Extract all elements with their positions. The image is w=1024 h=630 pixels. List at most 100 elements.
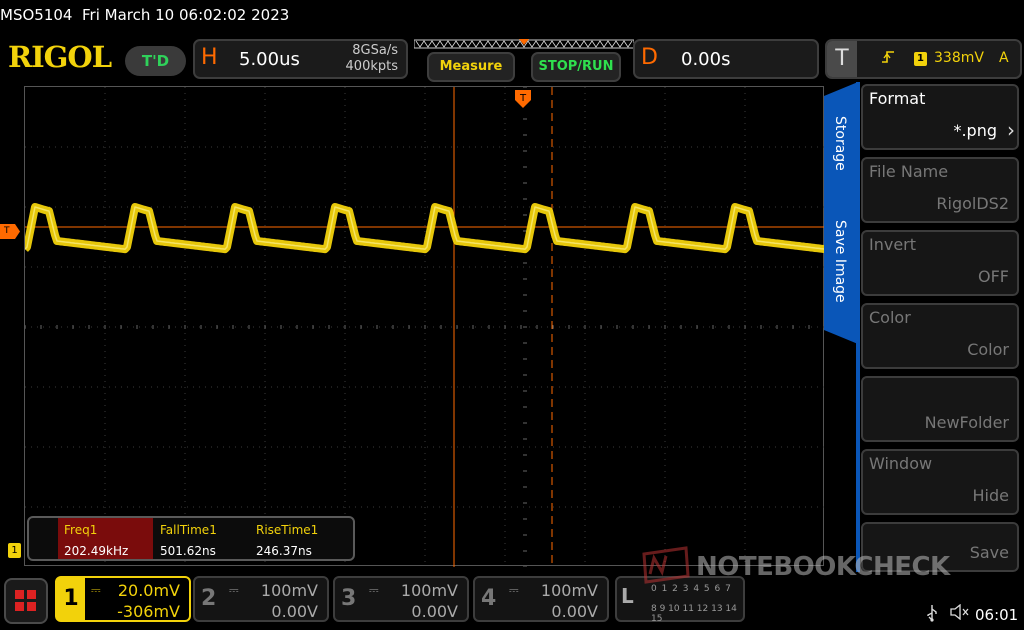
center-axis-tick [584, 325, 586, 329]
measurement-value: 501.62ns [160, 544, 216, 558]
menu-item-value: RigolDS2 [936, 194, 1009, 213]
center-axis-tick [408, 325, 410, 329]
tab-save-image[interactable]: Save Image [832, 220, 848, 303]
menu-item-value: Color [967, 340, 1009, 359]
menu-item-window[interactable]: Window Hide [861, 449, 1019, 515]
center-axis-tick [344, 325, 346, 329]
rigol-logo: RIGOL [8, 40, 112, 74]
center-axis-tick [328, 325, 330, 329]
center-axis-tick [523, 166, 527, 168]
usb-icon [925, 604, 939, 626]
trigger-level: 338mV [934, 50, 984, 66]
delay-settings[interactable]: D 0.00s [633, 39, 819, 79]
menu-item-value: *.png [953, 121, 997, 140]
menu-item-file-name[interactable]: File Name RigolDS2 [861, 157, 1019, 223]
center-axis-tick [152, 325, 154, 329]
channel-scale: 100mV [260, 581, 318, 600]
measurement-risetime[interactable]: RiseTime1 246.37ns [250, 518, 345, 559]
channel1-offset-marker[interactable]: 1 [8, 543, 21, 558]
datetime: Fri March 10 06:02:02 2023 [82, 6, 290, 24]
dc-coupling-icon: ⎓ [229, 583, 239, 597]
center-axis-tick [232, 325, 234, 329]
center-axis-tick [456, 325, 458, 329]
center-axis-tick [88, 325, 90, 329]
waveform-display[interactable] [24, 86, 825, 567]
center-axis-tick [136, 325, 138, 329]
center-axis-tick [728, 325, 730, 329]
run-status-indicator: T'D [125, 46, 186, 76]
measure-button[interactable]: Measure [427, 52, 515, 82]
center-axis-tick [792, 325, 794, 329]
channel1-settings[interactable]: 1 ⎓ 20.0mV -306mV [55, 576, 191, 622]
menu-item-format[interactable]: Format *.png › [861, 84, 1019, 150]
device-model: MSO5104 [0, 6, 73, 24]
grid-menu-icon [15, 590, 36, 611]
sample-rate: 8GSa/s [352, 43, 398, 58]
center-axis-tick [523, 406, 527, 408]
center-axis-tick [424, 325, 426, 329]
trigger-settings[interactable]: T 1 338mV A [825, 39, 1022, 79]
channel-number: 4 [481, 586, 497, 611]
center-axis-tick [523, 198, 527, 200]
center-axis-tick [523, 374, 527, 376]
tab-storage[interactable]: Storage [832, 116, 848, 171]
menu-item-value: OFF [978, 267, 1009, 286]
center-axis-tick [552, 325, 554, 329]
center-axis-tick [472, 325, 474, 329]
center-axis-tick [523, 454, 527, 456]
center-axis-tick [523, 134, 527, 136]
measurement-panel[interactable]: Freq1 202.49kHz FallTime1 501.62ns RiseT… [27, 516, 355, 561]
measurement-freq[interactable]: Freq1 202.49kHz [58, 518, 153, 559]
center-axis-tick [504, 325, 506, 329]
channel-number: 2 [201, 586, 217, 611]
menu-item-color[interactable]: Color Color [861, 303, 1019, 369]
center-axis-tick [200, 325, 202, 329]
menu-side-tab[interactable]: Storage Save Image [824, 82, 858, 344]
chevron-right-icon: › [1007, 118, 1015, 142]
device-title: MSO5104 Fri March 10 06:02:02 2023 [0, 6, 289, 24]
stop-run-button[interactable]: STOP/RUN [531, 52, 621, 82]
center-axis-tick [104, 325, 106, 329]
center-axis-tick [168, 325, 170, 329]
menu-item-new-folder[interactable]: NewFolder [861, 376, 1019, 442]
center-axis-tick [523, 358, 527, 360]
channel4-settings[interactable]: 4 ⎓ 100mV 0.00V [473, 576, 609, 622]
menu-item-label: Color [869, 308, 911, 327]
trigger-source-channel: 1 [914, 52, 927, 66]
main-menu-button[interactable] [4, 578, 48, 624]
menu-item-label: File Name [869, 162, 949, 181]
center-axis-tick [392, 325, 394, 329]
channel-offset: 0.00V [271, 602, 318, 621]
trigger-level-marker[interactable]: T [0, 224, 20, 239]
menu-side-strip [856, 82, 860, 572]
channel3-settings[interactable]: 3 ⎓ 100mV 0.00V [333, 576, 469, 622]
channel-offset: 0.00V [411, 602, 458, 621]
center-axis-tick [523, 326, 527, 328]
center-axis-tick [440, 325, 442, 329]
menu-item-value: NewFolder [924, 413, 1009, 432]
menu-item-invert[interactable]: Invert OFF [861, 230, 1019, 296]
center-axis-tick [523, 310, 527, 312]
channel-scale: 100mV [540, 581, 598, 600]
horizontal-settings[interactable]: H 5.00us 8GSa/s 400kpts [193, 39, 408, 79]
rising-edge-icon [881, 50, 895, 68]
center-axis-tick [56, 325, 58, 329]
center-axis-tick [680, 325, 682, 329]
center-axis-tick [776, 325, 778, 329]
delay-label: D [641, 45, 658, 70]
center-axis-tick [712, 325, 714, 329]
center-axis-tick [523, 566, 527, 567]
measurement-falltime[interactable]: FallTime1 501.62ns [154, 518, 249, 559]
center-axis-tick [523, 214, 527, 216]
center-axis-tick [536, 325, 538, 329]
center-axis-tick [264, 325, 266, 329]
center-axis-tick [523, 118, 527, 120]
svg-text:T: T [519, 93, 527, 104]
channel2-settings[interactable]: 2 ⎓ 100mV 0.00V [193, 576, 329, 622]
speaker-muted-icon[interactable] [950, 603, 970, 624]
center-axis-tick [296, 325, 298, 329]
menu-item-label: Format [869, 89, 926, 108]
measurement-name: Freq1 [64, 523, 98, 537]
trigger-position-marker[interactable]: T [515, 90, 531, 108]
storage-menu: Format *.png › File Name RigolDS2 Invert… [861, 84, 1021, 572]
